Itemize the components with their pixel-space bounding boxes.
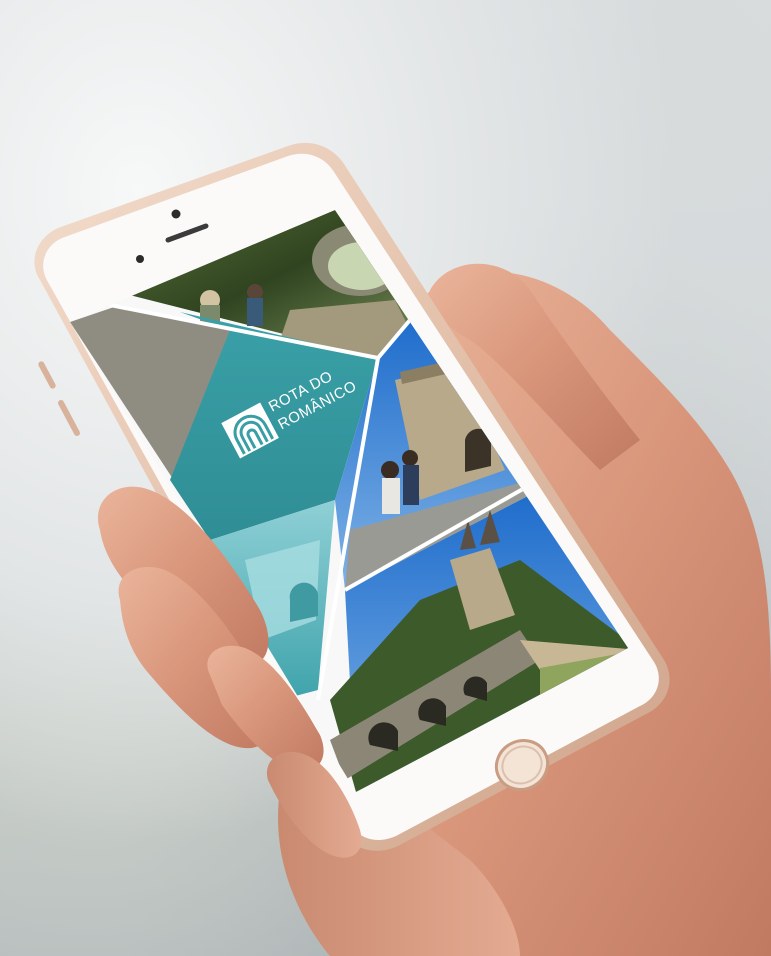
front-camera-icon [171,209,181,219]
scene-svg: ROTA DO ROMÂNICO [34,142,771,956]
photo-scene: ROTA DO ROMÂNICO [0,0,771,956]
sensor-icon [136,255,144,263]
